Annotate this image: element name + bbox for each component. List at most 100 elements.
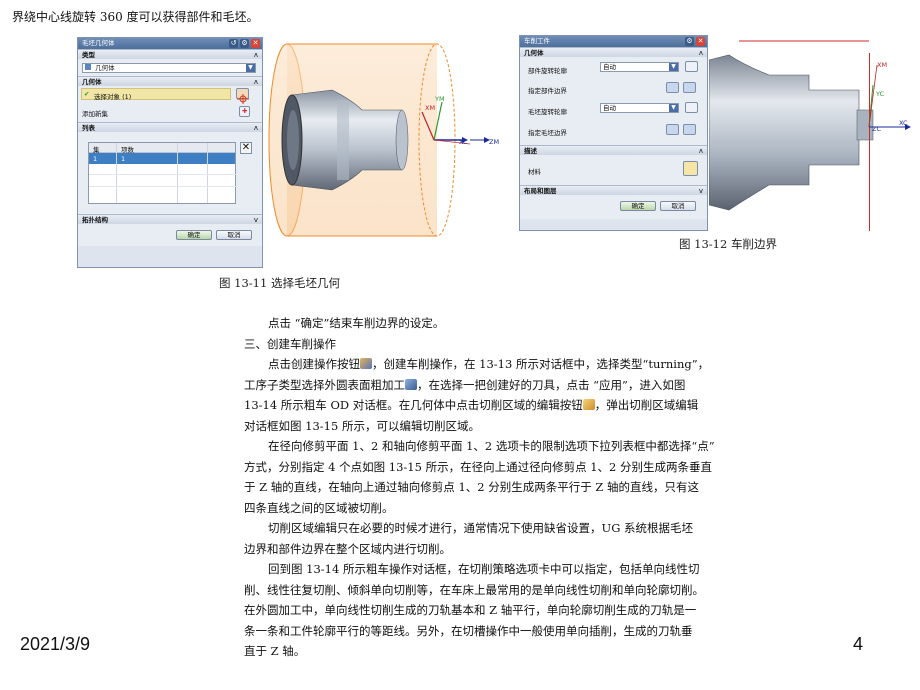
- specify-blank-boundary-label: 指定毛坯边界: [528, 129, 567, 137]
- part-rot-contour-label: 部件旋转轮廓: [528, 67, 567, 75]
- wrench-icon[interactable]: [685, 61, 698, 72]
- dialog-title-bar: 毛坯几何体 ↺ ⚙ ✕: [78, 38, 262, 49]
- body-text: 点击 “确定”结束车削边界的设定。 三、创建车削操作 点击创建操作按钮 ，创建车削…: [244, 313, 780, 662]
- paragraph: 在径向修剪平面 1、2 和轴向修剪平面 1、2 选项卡的限制选项下拉列表框中都选…: [268, 439, 715, 453]
- type-section-label: 类型: [82, 51, 95, 59]
- layout-layers-section-label: 布局和图层: [524, 187, 557, 195]
- settings-icon[interactable]: ⚙: [685, 37, 694, 46]
- list-section-label: 列表: [82, 124, 95, 132]
- part-rot-contour-select[interactable]: 自动 ▼: [600, 62, 679, 72]
- chevron-down-icon: ▼: [246, 64, 255, 72]
- set-list-table[interactable]: 集 项数 1 1: [88, 142, 237, 204]
- geometry-section-header[interactable]: 几何体 ʌ: [520, 47, 707, 57]
- axis-label-ym: YM: [434, 95, 445, 103]
- blank-rot-contour-label: 毛坯旋转轮廓: [528, 108, 567, 116]
- paragraph-line: 工序子类型选择外圆表面粗加工 ，在选择一把创建好的刀具，点击 “应用”，进入如图: [244, 375, 780, 396]
- paragraph: 点击创建操作按钮 ，创建车削操作，在 13-13 所示对话框中，选择类型“turn…: [244, 354, 780, 375]
- axis-label-xc: XC: [459, 138, 468, 146]
- table-row[interactable]: 1 1: [89, 153, 235, 164]
- paragraph-line: 对话框如图 13-15 所示，可以编辑切削区域。: [244, 418, 480, 433]
- type-select-value: 几何体: [95, 64, 115, 72]
- description-section-label: 描述: [524, 147, 537, 155]
- crosshair-icon[interactable]: [236, 88, 249, 104]
- blank-rot-contour-select[interactable]: 自动 ▼: [600, 103, 679, 113]
- paragraph-line: 四条直线之间的区域被切削。: [244, 500, 394, 515]
- chevron-down-icon: ▼: [669, 104, 678, 112]
- page-number: 4: [853, 634, 864, 654]
- rough-od-icon: [405, 378, 417, 390]
- chevron-down-icon: ▼: [669, 63, 678, 71]
- axis-label-zm: ZM: [489, 138, 499, 146]
- dialog-title-bar: 车削工件 ⚙ ✕: [520, 36, 707, 47]
- reset-icon[interactable]: ↺: [229, 39, 238, 48]
- type-select[interactable]: 几何体 ▼: [82, 63, 256, 73]
- dialog-title: 车削工件: [524, 37, 550, 45]
- paragraph-line: 13-14 所示粗车 OD 对话框。在几何体中点击切削区域的编辑按钮 ，弹出切削区…: [244, 395, 780, 416]
- paragraph: 点击 “确定”结束车削边界的设定。: [268, 316, 445, 330]
- dialog-title: 毛坯几何体: [82, 39, 115, 47]
- settings-icon[interactable]: ⚙: [240, 39, 249, 48]
- cube-icon: [85, 64, 91, 70]
- axis-label-xc: XC: [899, 119, 908, 127]
- edit-cut-region-icon: [582, 399, 595, 410]
- topology-section-header[interactable]: 拓扑结构 v: [78, 214, 262, 224]
- select-object-row[interactable]: ✔ 选择对象 (1): [81, 88, 231, 101]
- add-new-set-label: 添加新集: [82, 110, 108, 118]
- paragraph-line: 在外圆加工中，单向线性切削生成的刀轨基本和 Z 轴平行，单向轮廓切削生成的刀轨是…: [244, 603, 697, 617]
- wrench-icon[interactable]: [685, 102, 698, 113]
- topology-section-label: 拓扑结构: [82, 216, 108, 224]
- material-icon[interactable]: [683, 161, 698, 176]
- close-icon[interactable]: ✕: [251, 39, 260, 48]
- figure-caption-13-11: 图 13-11 选择毛坯几何: [219, 276, 340, 290]
- list-section-header[interactable]: 列表 ʌ: [78, 122, 262, 132]
- select-object-label: 选择对象 (1): [94, 93, 132, 101]
- text-span: ，弹出切削区域编辑: [594, 398, 699, 412]
- row-set-value: 1: [93, 155, 98, 163]
- intro-line: 界绕中心线旋转 360 度可以获得部件和毛坯。: [12, 10, 259, 24]
- geometry-section-label: 几何体: [82, 78, 102, 86]
- boundary-icon[interactable]: [666, 124, 679, 135]
- part-rot-contour-value: 自动: [603, 63, 616, 71]
- check-icon: ✔: [84, 90, 90, 98]
- text-span: 工序子类型选择外圆表面粗加工: [244, 377, 405, 392]
- text-span: ，在选择一把创建好的刀具，点击 “应用”，进入如图: [417, 377, 686, 392]
- paragraph-line: 边界和部件边界在整个区域内进行切削。: [244, 541, 451, 556]
- boundary-icon[interactable]: [666, 82, 679, 93]
- cancel-button[interactable]: 取消: [660, 201, 696, 211]
- close-icon[interactable]: ✕: [696, 37, 705, 46]
- material-label: 材料: [528, 168, 541, 176]
- footer-date: 2021/3/9: [20, 634, 91, 654]
- blank-geometry-dialog: 毛坯几何体 ↺ ⚙ ✕ 类型 ʌ 几何体 ▼ 几何体 ʌ ✔ 选择对象 (1) …: [77, 37, 263, 268]
- row-items-value: 1: [121, 155, 126, 163]
- paragraph-line: 方式，分别指定 4 个点如图 13-15 所示，在径向上通过径向修剪点 1、2 …: [244, 459, 713, 474]
- axis-label-zc: ZC: [872, 125, 881, 133]
- create-operation-icon: [360, 358, 372, 369]
- geometry-section-label: 几何体: [524, 49, 544, 57]
- specify-part-boundary-label: 指定部件边界: [528, 87, 567, 95]
- paragraph: 切削区域编辑只在必要的时候才进行，通常情况下使用缺省设置，UG 系统根据毛坯: [268, 521, 694, 535]
- axis-label-xm: XM: [425, 104, 435, 112]
- delete-icon[interactable]: ✕: [240, 142, 252, 154]
- description-section-header[interactable]: 描述 ʌ: [520, 145, 707, 155]
- paragraph-line: 于 Z 轴的直线，在轴向上通过轴向修剪点 1、2 分别生成两条平行于 Z 轴的直…: [244, 480, 700, 494]
- add-set-icon[interactable]: ✚: [239, 106, 250, 117]
- ok-button[interactable]: 确定: [620, 201, 656, 211]
- section-heading: 三、创建车削操作: [244, 336, 336, 351]
- workpiece-3d-model: XM YC XC ZC: [709, 40, 911, 231]
- axis-label-yc: YC: [875, 90, 885, 98]
- flashlight-icon[interactable]: [683, 82, 696, 93]
- text-span: ，创建车削操作，在 13-13 所示对话框中，选择类型“turning”，: [372, 357, 710, 371]
- type-section-header[interactable]: 类型 ʌ: [78, 49, 262, 59]
- geometry-section-header[interactable]: 几何体 ʌ: [78, 76, 262, 86]
- cancel-button[interactable]: 取消: [216, 230, 252, 240]
- text-span: 13-14 所示粗车 OD 对话框。在几何体中点击切削区域的编辑按钮: [244, 398, 583, 412]
- turning-workpiece-dialog: 车削工件 ⚙ ✕ 几何体 ʌ 部件旋转轮廓 自动 ▼ 指定部件边界 毛坯旋转轮廓…: [519, 35, 708, 231]
- figure-caption-13-12: 图 13-12 车削边界: [679, 237, 777, 251]
- paragraph-line: 条一条和工件轮廓平行的等距线。另外，在切槽操作中一般使用单向插削，生成的刀轨垂: [244, 623, 693, 638]
- blank-rot-contour-value: 自动: [603, 104, 616, 112]
- flashlight-icon[interactable]: [683, 124, 696, 135]
- paragraph-line: 直于 Z 轴。: [244, 644, 306, 658]
- ok-button[interactable]: 确定: [176, 230, 212, 240]
- text-span: 点击创建操作按钮: [268, 357, 360, 371]
- layout-layers-section-header[interactable]: 布局和图层 v: [520, 185, 707, 195]
